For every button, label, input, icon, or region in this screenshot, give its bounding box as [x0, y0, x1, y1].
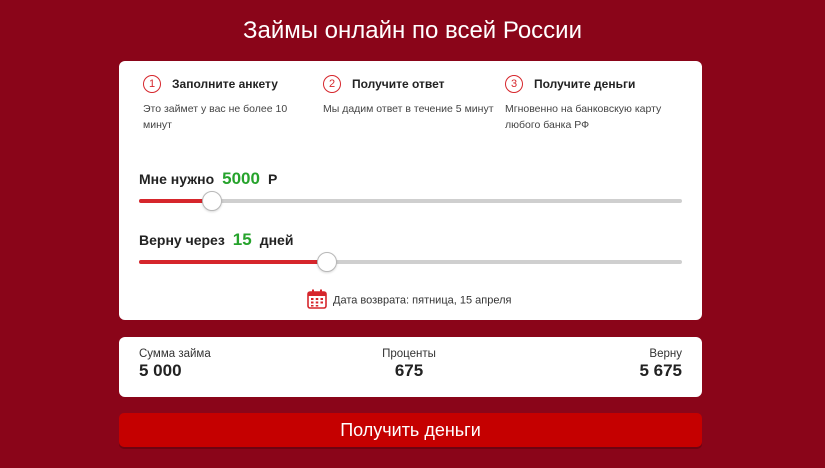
page-title: Займы онлайн по всей России: [243, 17, 582, 44]
step-title: Получите деньги: [534, 77, 636, 91]
step-number-2: 2: [323, 75, 341, 93]
term-slider-label: Верну через 15 дней: [139, 230, 293, 250]
step-title: Заполните анкету: [172, 77, 278, 91]
summary-amount-value: 5 000: [139, 361, 182, 380]
get-money-button[interactable]: Получить деньги: [119, 413, 702, 447]
calendar-icon: [307, 289, 327, 312]
step-description: Мы дадим ответ в течение 5 минут: [323, 103, 494, 115]
term-slider-fill: [139, 260, 327, 264]
summary-percent: Проценты 675: [349, 348, 469, 381]
summary-percent-label: Проценты: [382, 348, 436, 360]
summary-return: Верну 5 675: [639, 348, 682, 381]
term-value: 15: [232, 230, 252, 249]
summary-amount: Сумма займа 5 000: [139, 348, 211, 381]
loan-calculator-card: 1 Заполните анкету Это займет у вас не б…: [119, 61, 702, 320]
term-label-text: Верну через: [139, 232, 225, 248]
summary-return-value: 5 675: [639, 361, 682, 380]
amount-slider[interactable]: [139, 191, 682, 211]
amount-slider-fill: [139, 199, 212, 203]
summary-amount-label: Сумма займа: [139, 348, 211, 360]
step-title: Получите ответ: [352, 77, 445, 91]
amount-slider-label: Мне нужно 5000 Р: [139, 169, 277, 189]
step-number-1: 1: [143, 75, 161, 93]
return-date-text: Дата возврата: пятница, 15 апреля: [333, 294, 512, 307]
amount-label-text: Мне нужно: [139, 171, 215, 187]
loan-summary-card: Сумма займа 5 000 Проценты 675 Верну 5 6…: [119, 337, 702, 397]
currency-unit: Р: [267, 171, 278, 187]
term-unit: дней: [259, 232, 294, 248]
amount-value: 5000: [222, 169, 260, 188]
step-number-3: 3: [505, 75, 523, 93]
step-description: Мгновенно на банковскую карту любого бан…: [505, 103, 662, 131]
return-date: Дата возврата: пятница, 15 апреля: [307, 289, 511, 312]
summary-percent-value: 675: [394, 361, 424, 380]
step-description: Это займет у вас не более 10 минут: [143, 103, 288, 131]
amount-slider-handle[interactable]: [202, 191, 223, 211]
term-slider[interactable]: [139, 252, 682, 272]
summary-return-label: Верну: [649, 348, 682, 360]
term-slider-handle[interactable]: [317, 252, 338, 272]
